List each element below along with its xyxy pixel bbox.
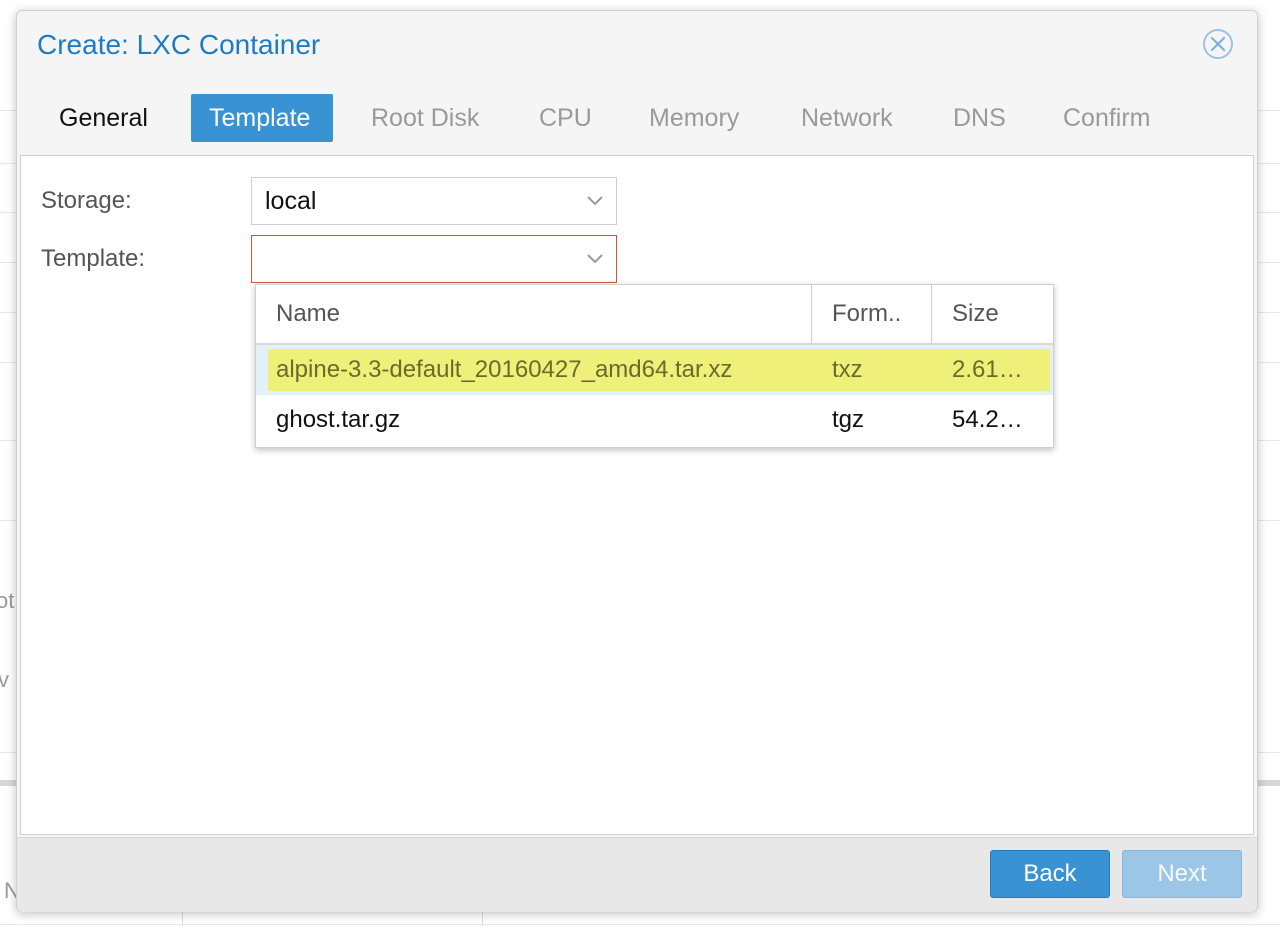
- cell-size: 2.61…: [952, 356, 1023, 383]
- bg-text-fragment: ot: [0, 588, 15, 613]
- tab-root-disk: Root Disk: [371, 104, 480, 132]
- tab-dns: DNS: [953, 104, 1006, 132]
- bg-divider: [0, 924, 1280, 925]
- column-header-size[interactable]: Size: [932, 285, 1052, 343]
- template-label: Template:: [41, 245, 146, 272]
- chevron-down-icon[interactable]: [586, 193, 604, 207]
- column-header-format[interactable]: Form..: [812, 285, 932, 343]
- next-button: Next: [1122, 850, 1242, 898]
- grid-row-ghost[interactable]: ghost.tar.gz tgz 54.2…: [256, 395, 1053, 445]
- storage-value: local: [265, 187, 317, 215]
- cell-name: ghost.tar.gz: [276, 406, 401, 433]
- chevron-down-icon[interactable]: [586, 251, 604, 265]
- cell-name: alpine-3.3-default_20160427_amd64.tar.xz: [276, 356, 733, 383]
- template-picker-grid: Name Form.. Size alpine-3.3-default_2016…: [255, 284, 1054, 448]
- grid-header: Name Form.. Size: [256, 285, 1053, 345]
- tab-general[interactable]: General: [41, 94, 166, 142]
- dialog-footer: Back Next: [17, 837, 1257, 912]
- tab-memory: Memory: [649, 104, 740, 132]
- back-button[interactable]: Back: [990, 850, 1110, 898]
- cell-format: tgz: [832, 406, 865, 433]
- dialog-title: Create: LXC Container: [37, 29, 321, 60]
- template-combo[interactable]: [251, 235, 617, 283]
- create-lxc-dialog: Create: LXC Container General Template R…: [16, 10, 1258, 912]
- tab-confirm: Confirm: [1063, 104, 1151, 132]
- close-button[interactable]: [1203, 29, 1233, 59]
- tab-network: Network: [801, 104, 893, 132]
- grid-row-alpine[interactable]: alpine-3.3-default_20160427_amd64.tar.xz…: [256, 345, 1053, 395]
- template-panel: Storage: local Template: Name Form.. Siz…: [20, 155, 1254, 835]
- tab-template[interactable]: Template: [191, 94, 333, 142]
- bg-text-fragment: v: [0, 667, 9, 692]
- storage-label: Storage:: [41, 187, 132, 214]
- cell-size: 54.2…: [952, 406, 1023, 433]
- close-icon: [1210, 36, 1226, 52]
- column-header-name[interactable]: Name: [256, 285, 812, 343]
- storage-combo[interactable]: local: [251, 177, 617, 225]
- tab-cpu: CPU: [539, 104, 592, 132]
- cell-format: txz: [832, 356, 863, 383]
